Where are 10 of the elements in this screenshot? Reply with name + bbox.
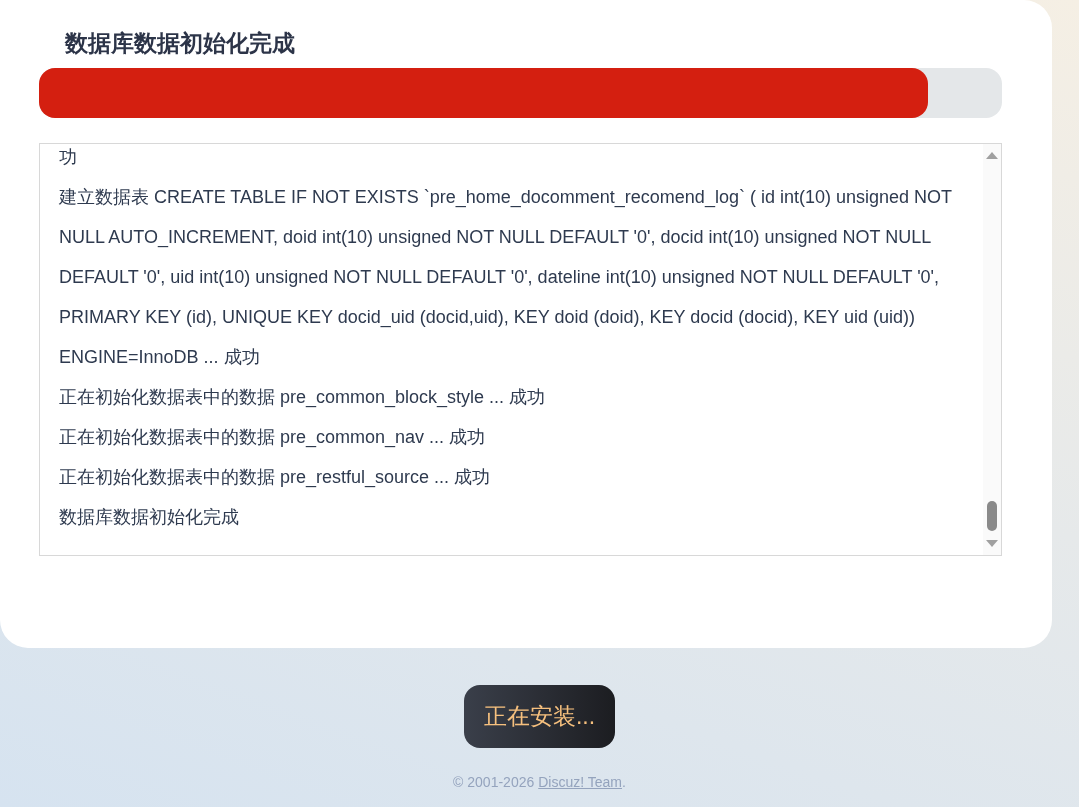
log-line: 正在初始化数据表中的数据 pre_common_block_style ... 成功 [59,386,547,410]
copyright-text: © 2001-2026 [453,774,535,790]
log-line: 正在初始化数据表中的数据 pre_common_nav ... 成功 [59,426,487,450]
log-line: 功 [59,146,78,169]
period-text: . [622,774,626,790]
step-title: 数据库数据初始化完成 [63,29,296,58]
scrollbar[interactable] [983,144,1001,555]
log-line: 正在初始化数据表中的数据 pre_restful_source ... 成功 [59,466,492,490]
log-line: 建立数据表 CREATE TABLE IF NOT EXISTS `pre_home_docomment_recomend_log` ( id int(10) unsigned NOT NULL AUTO_INCREMENT, doid int(10) unsigned NOT NULL DEFAULT '0', docid int(10) unsigned NOT NULL DEFAULT '0', uid int(10) unsigned NOT NULL DEFAULT '0', dateline int(10) unsigned NOT NULL DEFAULT '0', PRIMARY KEY (id), UNIQUE KEY docid_uid (docid,uid), KEY doid (doid), KEY docid (docid), KEY uid (uid)) ENGINE=InnoDB ... 成功 [59,186,953,369]
log-line: 数据库数据初始化完成 [59,506,240,529]
